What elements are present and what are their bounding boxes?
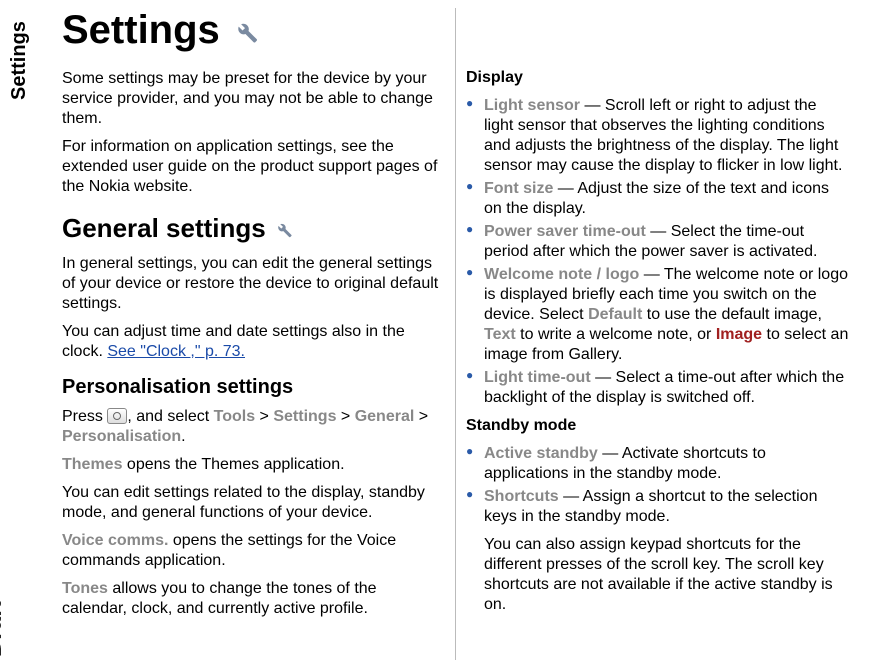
tones-paragraph: Tones allows you to change the tones of …	[62, 579, 445, 619]
page-title: Settings	[62, 8, 445, 55]
intro-paragraph-2: For information on application settings,…	[62, 137, 445, 197]
tones-term: Tones	[62, 580, 108, 597]
draft-watermark: Draft	[0, 600, 8, 656]
themes-paragraph: Themes opens the Themes application.	[62, 455, 445, 475]
list-item: Light time-out — Select a time-out after…	[466, 368, 849, 408]
nav-settings: Settings	[273, 408, 336, 425]
standby-heading: Standby mode	[466, 416, 849, 436]
page-content: Settings Some settings may be preset for…	[52, 8, 859, 660]
display-list: Light sensor — Scroll left or right to a…	[466, 96, 849, 408]
nav-tools: Tools	[214, 408, 255, 425]
general-paragraph-1: In general settings, you can edit the ge…	[62, 254, 445, 314]
section-tab-label: Settings	[8, 21, 31, 100]
right-column: Display Light sensor — Scroll left or ri…	[456, 8, 859, 660]
personalisation-heading: Personalisation settings	[62, 376, 445, 399]
nav-personalisation: Personalisation	[62, 428, 181, 445]
nav-general: General	[355, 408, 415, 425]
side-tab: Settings Draft	[2, 0, 38, 668]
wrench-icon	[231, 10, 259, 55]
page-title-text: Settings	[62, 8, 220, 52]
list-item: Power saver time-out — Select the time-o…	[466, 222, 849, 262]
edit-settings-paragraph: You can edit settings related to the dis…	[62, 483, 445, 523]
general-settings-heading: General settings	[62, 213, 445, 246]
personalisation-nav-path: Press , and select Tools > Settings > Ge…	[62, 407, 445, 447]
general-paragraph-2: You can adjust time and date settings al…	[62, 322, 445, 362]
intro-paragraph-1: Some settings may be preset for the devi…	[62, 69, 445, 129]
wrench-small-icon	[273, 215, 293, 246]
list-item: Active standby — Activate shortcuts to a…	[466, 444, 849, 484]
standby-list: Active standby — Activate shortcuts to a…	[466, 444, 849, 527]
left-column: Settings Some settings may be preset for…	[52, 8, 456, 660]
display-heading: Display	[466, 68, 849, 88]
list-item: Shortcuts — Assign a shortcut to the sel…	[466, 487, 849, 527]
voice-comms-paragraph: Voice comms. opens the settings for the …	[62, 531, 445, 571]
list-item: Font size — Adjust the size of the text …	[466, 179, 849, 219]
voice-term: Voice comms.	[62, 532, 168, 549]
list-item: Welcome note / logo — The welcome note o…	[466, 265, 849, 365]
general-settings-title: General settings	[62, 213, 266, 243]
menu-key-icon	[107, 408, 127, 424]
themes-term: Themes	[62, 456, 122, 473]
standby-note: You can also assign keypad shortcuts for…	[466, 535, 849, 615]
list-item: Light sensor — Scroll left or right to a…	[466, 96, 849, 176]
see-clock-link[interactable]: See "Clock ," p. 73.	[107, 343, 245, 360]
